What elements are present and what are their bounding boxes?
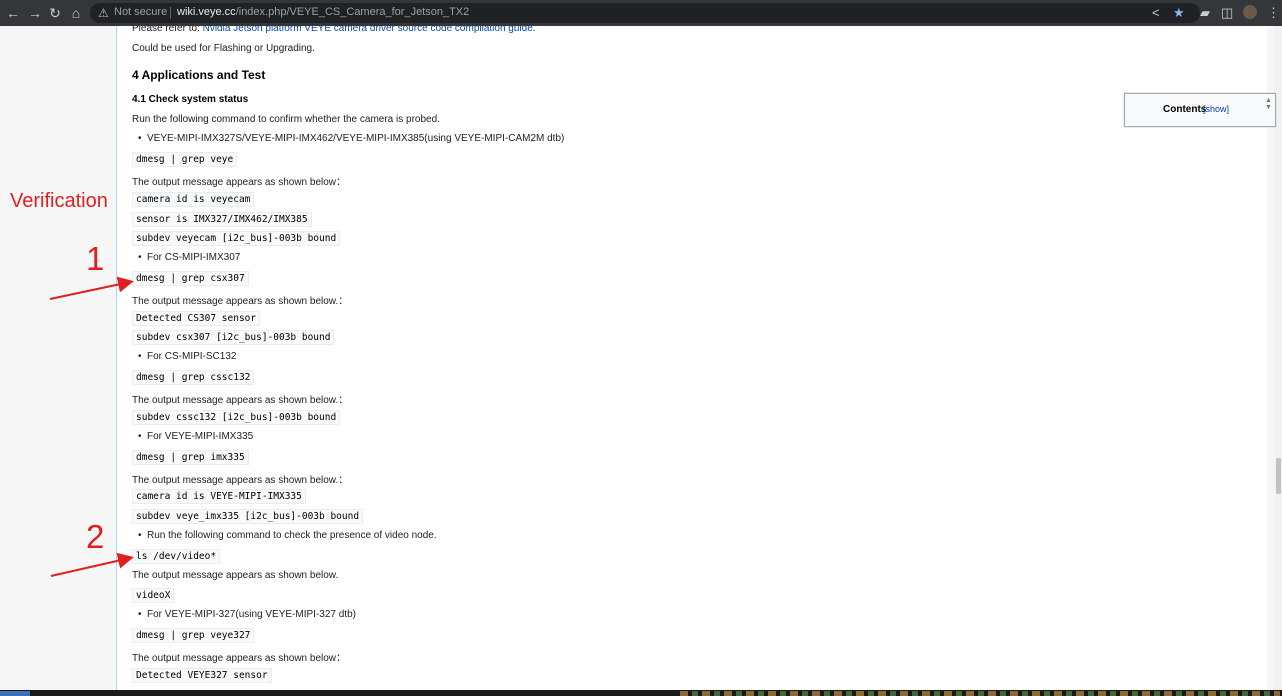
compilation-guide-link[interactable]: Nvidia Jetson platform VEYE camera drive… xyxy=(203,26,533,34)
article-body xyxy=(116,26,1267,690)
home-icon[interactable]: ⌂ xyxy=(67,4,85,22)
arrow-step-1 xyxy=(49,276,134,300)
bullet-imx327-text: VEYE-MIPI-IMX327S/VEYE-MIPI-IMX462/VEYE-… xyxy=(147,133,565,144)
profile-avatar[interactable] xyxy=(1243,5,1257,19)
bullet-imx327: VEYE-MIPI-IMX327S/VEYE-MIPI-IMX462/VEYE-… xyxy=(138,133,564,144)
address-bar[interactable]: ⚠ Not secure wiki.veye.cc/index.php/VEYE… xyxy=(90,3,1200,23)
toc-title: Contents xyxy=(1163,104,1207,115)
refer-suffix: . xyxy=(532,26,536,34)
scrollbar-thumb[interactable] xyxy=(1276,458,1281,494)
os-taskbar xyxy=(0,690,1282,696)
url-host: wiki.veye.cc xyxy=(177,6,236,18)
toc-scroll-icon[interactable]: ▲ ▼ xyxy=(1265,97,1272,111)
status-strip xyxy=(680,691,1280,696)
security-label[interactable]: Not secure xyxy=(114,6,167,18)
bookmark-star-icon[interactable]: ★ xyxy=(1173,5,1185,21)
browser-toolbar: ← → ↻ ⌂ ⚠ Not secure wiki.veye.cc/index.… xyxy=(0,0,1282,26)
web-page: Please refer to: Nvidia Jetson platform … xyxy=(0,26,1282,690)
annotation-arrows xyxy=(49,276,134,577)
reload-icon[interactable]: ↻ xyxy=(46,4,64,22)
forward-icon[interactable]: → xyxy=(26,4,44,22)
share-icon[interactable]: < xyxy=(1152,5,1160,21)
menu-icon[interactable]: ⋮ xyxy=(1267,5,1280,21)
warning-icon[interactable]: ⚠ xyxy=(98,5,112,21)
start-button[interactable] xyxy=(0,691,30,696)
divider xyxy=(170,7,171,19)
arrow-step-2 xyxy=(50,552,134,577)
extensions-icon[interactable]: ▰ xyxy=(1200,5,1210,21)
side-panel-icon[interactable]: ◫ xyxy=(1221,5,1233,21)
url-path: /index.php/VEYE_CS_Camera_for_Jetson_TX2 xyxy=(235,6,470,18)
table-of-contents: Contents [show] ▲ ▼ xyxy=(1124,93,1276,127)
toc-show-link[interactable]: [show] xyxy=(1203,104,1229,114)
url-text[interactable]: wiki.veye.cc/index.php/VEYE_CS_Camera_fo… xyxy=(177,6,469,18)
back-icon[interactable]: ← xyxy=(4,4,22,22)
